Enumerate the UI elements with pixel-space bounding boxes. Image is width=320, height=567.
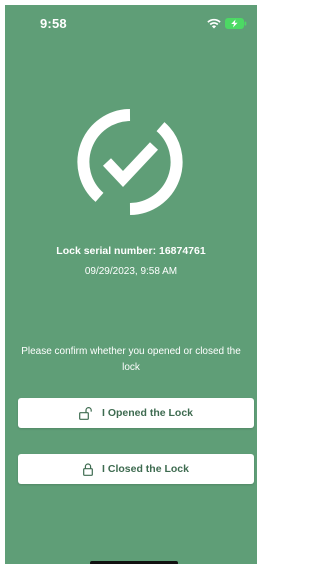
locked-padlock-icon	[83, 462, 93, 476]
opened-lock-button[interactable]: I Opened the Lock	[18, 398, 254, 428]
lock-serial-number: Lock serial number: 16874761	[56, 245, 206, 257]
wifi-icon	[207, 18, 221, 29]
status-icons	[207, 16, 247, 30]
opened-lock-button-label: I Opened the Lock	[101, 407, 193, 419]
unlocked-padlock-icon	[79, 406, 93, 420]
closed-lock-button[interactable]: I Closed the Lock	[18, 454, 254, 484]
home-indicator[interactable]	[90, 561, 178, 564]
status-time: 9:58	[40, 16, 67, 31]
closed-lock-button-label: I Closed the Lock	[102, 463, 189, 475]
battery-charging-icon	[225, 17, 247, 29]
confirmation-prompt: Please confirm whether you opened or clo…	[21, 346, 241, 373]
app-screen: 9:58 Lock serial number: 16874761 09/29/…	[5, 5, 257, 564]
confirmation-datetime: 09/29/2023, 9:58 AM	[84, 266, 178, 277]
status-bar: 9:58	[5, 5, 257, 41]
checkmark-circle-icon	[77, 109, 183, 215]
